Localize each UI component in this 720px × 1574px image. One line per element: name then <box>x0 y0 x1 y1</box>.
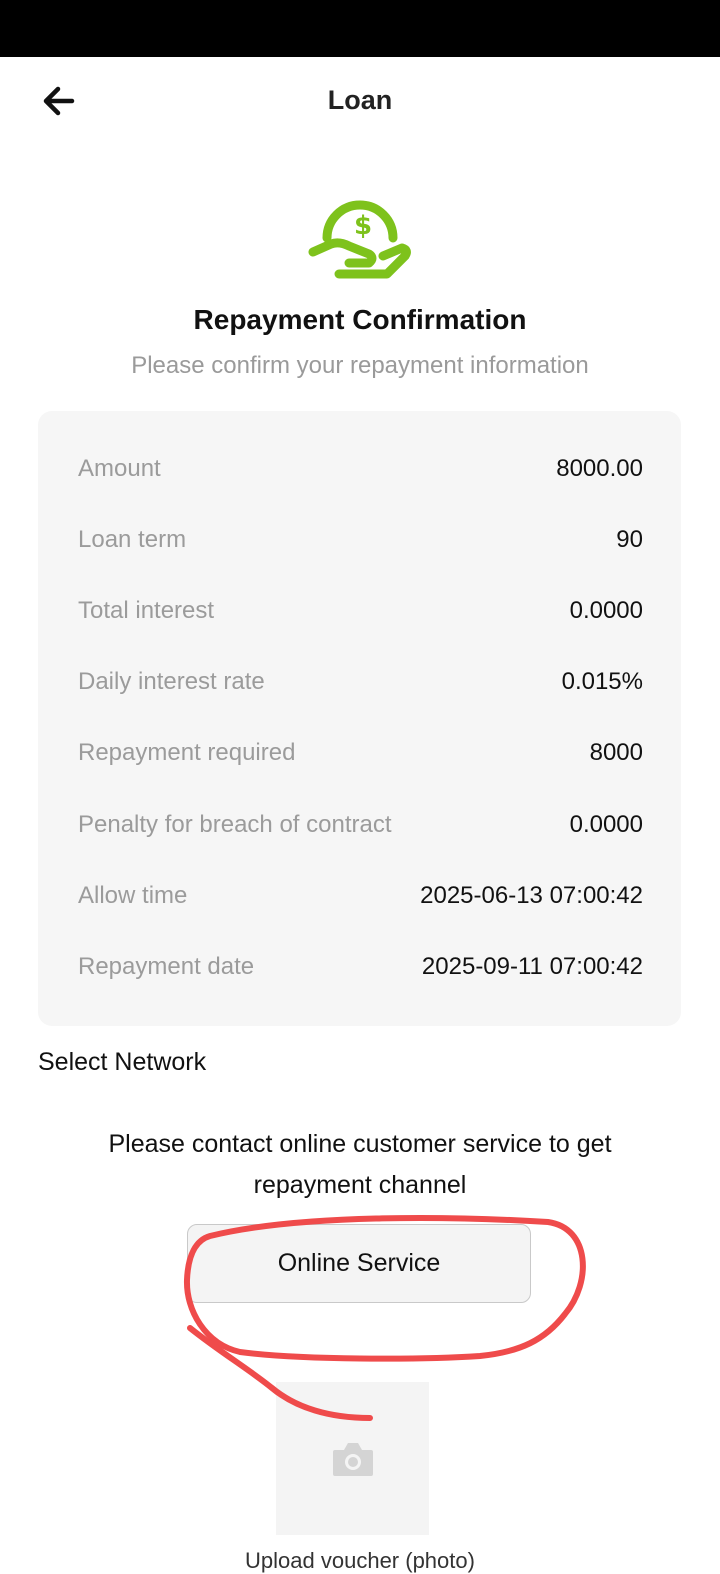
confirmation-subtitle: Please confirm your repayment informatio… <box>131 352 589 379</box>
detail-label: Total interest <box>78 597 215 624</box>
detail-value: 2025-09-11 07:00:42 <box>421 953 643 980</box>
detail-value: 2025-06-13 07:00:42 <box>420 882 643 909</box>
detail-label: Amount <box>78 455 161 482</box>
detail-row-repayment-required: Repayment required 8000 <box>78 733 643 773</box>
detail-row-repayment-date: Repayment date 2025-09-11 07:00:42 <box>78 947 643 987</box>
detail-label: Daily interest rate <box>78 668 265 695</box>
hand-dollar-icon: $ <box>308 200 411 279</box>
online-service-button[interactable]: Online Service <box>187 1224 531 1303</box>
contact-service-message: Please contact online customer service t… <box>108 1130 612 1199</box>
detail-label: Repayment date <box>78 953 255 980</box>
detail-row-loan-term: Loan term 90 <box>78 520 643 560</box>
detail-row-total-interest: Total interest 0.0000 <box>78 591 643 631</box>
detail-row-daily-rate: Daily interest rate 0.015% <box>78 662 643 702</box>
detail-label: Loan term <box>78 526 187 553</box>
app-header: Loan <box>0 57 720 147</box>
repayment-details-card: Amount 8000.00 Loan term 90 Total intere… <box>38 411 681 1026</box>
detail-value: 0.0000 <box>569 597 643 624</box>
detail-value: 0.0000 <box>569 811 643 838</box>
upload-voucher-box[interactable] <box>276 1382 429 1535</box>
select-network-label: Select Network <box>38 1048 207 1076</box>
detail-value: 8000 <box>589 739 643 766</box>
detail-label: Penalty for breach of contract <box>78 811 392 838</box>
page-title: Loan <box>327 85 393 115</box>
svg-text:$: $ <box>354 211 372 241</box>
detail-row-allow-time: Allow time 2025-06-13 07:00:42 <box>78 876 643 916</box>
upload-voucher-caption: Upload voucher (photo) <box>245 1548 475 1573</box>
detail-value: 90 <box>616 526 643 553</box>
detail-label: Allow time <box>78 882 188 909</box>
detail-value: 0.015% <box>561 668 643 695</box>
camera-icon <box>332 1442 373 1476</box>
confirmation-title: Repayment Confirmation <box>193 304 527 335</box>
detail-label: Repayment required <box>78 739 296 766</box>
detail-row-amount: Amount 8000.00 <box>78 449 643 489</box>
detail-row-penalty: Penalty for breach of contract 0.0000 <box>78 805 643 845</box>
status-bar <box>0 0 720 57</box>
detail-value: 8000.00 <box>556 455 643 482</box>
